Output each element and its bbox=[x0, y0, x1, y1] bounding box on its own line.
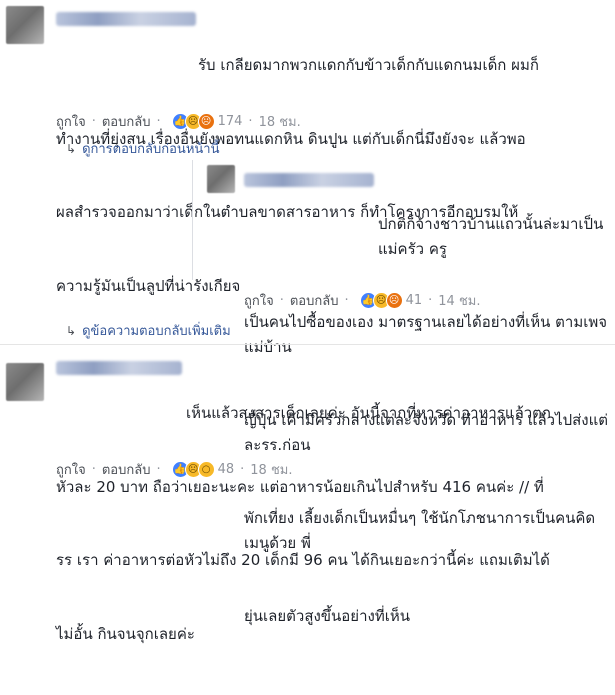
reply-link[interactable]: ตอบกลับ bbox=[290, 290, 339, 311]
comment-line: รับ เกลียดมากพวกแดกกับข้าวเด็กกับแดกนมเด… bbox=[198, 56, 539, 74]
avatar[interactable] bbox=[6, 6, 44, 44]
reaction-icons[interactable]: 👍 ☹ ○ bbox=[171, 461, 215, 478]
more-replies-label: ดูข้อความตอบกลับเพิ่มเติม bbox=[82, 324, 231, 339]
avatar[interactable] bbox=[6, 363, 44, 401]
angry-reaction-icon: ☹ bbox=[385, 292, 403, 309]
like-link[interactable]: ถูกใจ bbox=[56, 111, 86, 132]
separator-dot: · bbox=[156, 114, 161, 129]
reply-thread-line bbox=[192, 160, 193, 280]
separator-dot: · bbox=[279, 293, 284, 308]
previous-replies-link[interactable]: ↳ ดูการตอบกลับก่อนหน้านี้ bbox=[66, 138, 219, 159]
timestamp[interactable]: 14 ชม. bbox=[438, 290, 480, 311]
separator-dot: · bbox=[91, 462, 96, 477]
comment-line: ไม่อั้น กินจนจุกเลยค่ะ bbox=[56, 624, 195, 643]
reply-link[interactable]: ตอบกลับ bbox=[102, 459, 151, 480]
comment-actions: ถูกใจ · ตอบกลับ · 👍 ☹ ○ 48 · 18 ชม. bbox=[56, 459, 292, 480]
separator-dot: · bbox=[91, 114, 96, 129]
reaction-icons[interactable]: 👍 ☹ ☹ bbox=[171, 113, 215, 130]
timestamp[interactable]: 18 ชม. bbox=[259, 111, 301, 132]
comment-actions: ถูกใจ · ตอบกลับ · 👍 ☹ ☹ 174 · 18 ชม. bbox=[56, 111, 301, 132]
separator-dot: · bbox=[428, 293, 433, 308]
comment-divider bbox=[0, 344, 615, 345]
reaction-count[interactable]: 48 bbox=[218, 462, 235, 477]
comment-text: เห็นแล้วสงสารเด็กเลยค่ะ อันนี้จากที่หารค… bbox=[56, 352, 614, 695]
like-link[interactable]: ถูกใจ bbox=[244, 290, 274, 311]
comment-line: ปกติก็จ้างชาวบ้านแถวนั้นล่ะมาเป็นแม่ครัว… bbox=[378, 215, 604, 258]
reaction-count[interactable]: 174 bbox=[218, 114, 243, 129]
like-link[interactable]: ถูกใจ bbox=[56, 459, 86, 480]
previous-replies-label: ดูการตอบกลับก่อนหน้านี้ bbox=[82, 142, 220, 157]
reply-arrow-icon: ↳ bbox=[66, 141, 77, 156]
comment-line: รร เรา ค่าอาหารต่อหัวไม่ถึง 20 เด็กมี 96… bbox=[56, 551, 550, 569]
reply-arrow-icon: ↳ bbox=[66, 323, 77, 338]
avatar[interactable] bbox=[207, 165, 235, 193]
reply-link[interactable]: ตอบกลับ bbox=[102, 111, 151, 132]
wow-reaction-icon: ○ bbox=[197, 461, 215, 478]
reaction-icons[interactable]: 👍 ☹ ☹ bbox=[359, 292, 403, 309]
comment-line: เห็นแล้วสงสารเด็กเลยค่ะ อันนี้จากที่หารค… bbox=[186, 404, 552, 422]
reaction-count[interactable]: 41 bbox=[406, 293, 423, 308]
more-replies-link[interactable]: ↳ ดูข้อความตอบกลับเพิ่มเติม bbox=[66, 320, 231, 341]
timestamp[interactable]: 18 ชม. bbox=[250, 459, 292, 480]
angry-reaction-icon: ☹ bbox=[197, 113, 215, 130]
separator-dot: · bbox=[344, 293, 349, 308]
separator-dot: · bbox=[156, 462, 161, 477]
separator-dot: · bbox=[240, 462, 245, 477]
comment-actions: ถูกใจ · ตอบกลับ · 👍 ☹ ☹ 41 · 14 ชม. bbox=[244, 290, 480, 311]
separator-dot: · bbox=[248, 114, 253, 129]
